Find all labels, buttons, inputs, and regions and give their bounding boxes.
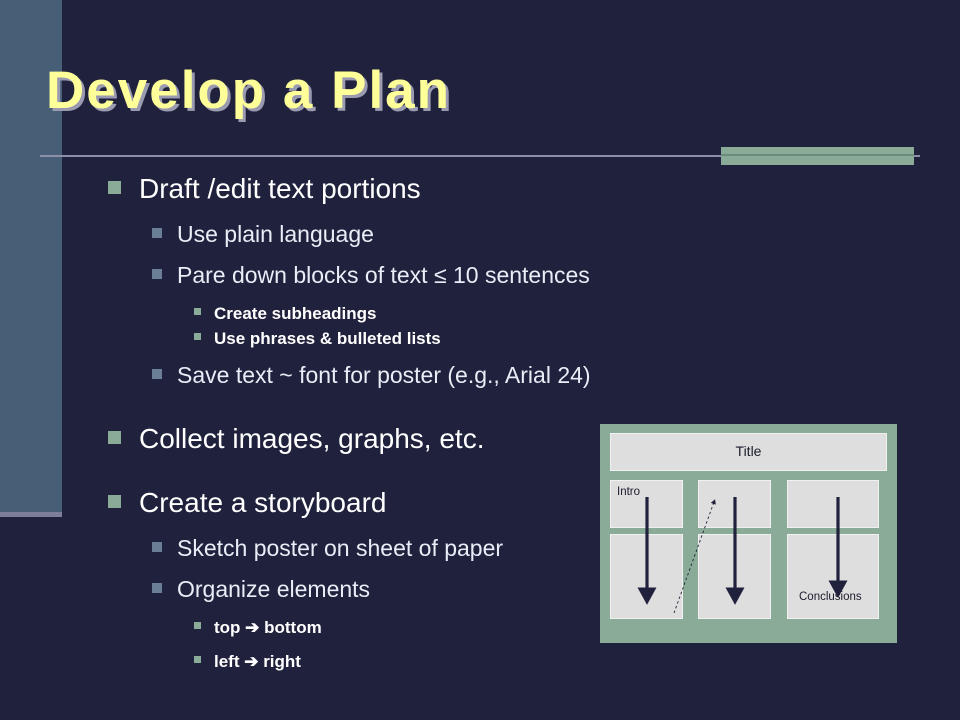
bullet-square-icon [194,622,201,629]
storyboard-inner: Title Intro Conclusions [610,433,887,634]
slide-canvas: Develop a Plan Draft /edit text portions… [0,0,960,720]
outline-item-level2: Use plain language [152,219,728,249]
outline-text: Create a storyboard [139,487,387,518]
outline-item-level3: left ➔ right [194,649,728,674]
outline-text: Save text ~ font for poster (e.g., Arial… [177,362,591,388]
storyboard-title-label: Title [735,443,762,459]
bullet-square-icon [194,308,201,315]
left-band-underline [0,512,62,517]
outline-text: Draft /edit text portions [139,173,421,204]
bullet-square-icon [152,269,162,279]
outline-item-level2: Save text ~ font for poster (e.g., Arial… [152,360,728,390]
storyboard-cell-col3-row1 [787,480,879,528]
bullet-square-icon [152,542,162,552]
storyboard-intro-label: Intro [617,486,641,498]
outline-text: Create subheadings [214,304,377,323]
outline-item-level3: Create subheadings [194,301,728,326]
storyboard-cell-col1-row2 [610,534,683,619]
outline-text: Collect images, graphs, etc. [139,423,485,454]
storyboard-cell-col2-row1 [698,480,771,528]
title-accent-bar [721,147,914,165]
outline-text: left ➔ right [214,652,301,671]
bullet-square-icon [108,431,121,444]
bullet-square-icon [194,656,201,663]
outline-text: Organize elements [177,576,371,602]
outline-text: Sketch poster on sheet of paper [177,535,504,561]
bullet-square-icon [108,495,121,508]
outline-text: Use plain language [177,221,374,247]
outline-text: Use phrases & bulleted lists [214,329,441,348]
outline-item-level3: Use phrases & bulleted lists [194,326,728,351]
bullet-square-icon [152,228,162,238]
bullet-square-icon [152,583,162,593]
outline-text: Pare down blocks of text ≤ 10 sentences [177,262,590,288]
storyboard-diagram: Title Intro Conclusions [600,424,897,643]
bullet-square-icon [108,181,121,194]
outline-item-level2: Pare down blocks of text ≤ 10 sentences [152,260,728,290]
bullet-square-icon [152,369,162,379]
storyboard-conclusions-label: Conclusions [799,591,862,603]
slide-title: Develop a Plan [46,61,452,120]
outline-item-level1: Draft /edit text portions [108,172,728,206]
bullet-square-icon [194,333,201,340]
storyboard-cell-col3-row2 [787,534,879,619]
outline-text: top ➔ bottom [214,618,322,637]
storyboard-cell-col2-row2 [698,534,771,619]
